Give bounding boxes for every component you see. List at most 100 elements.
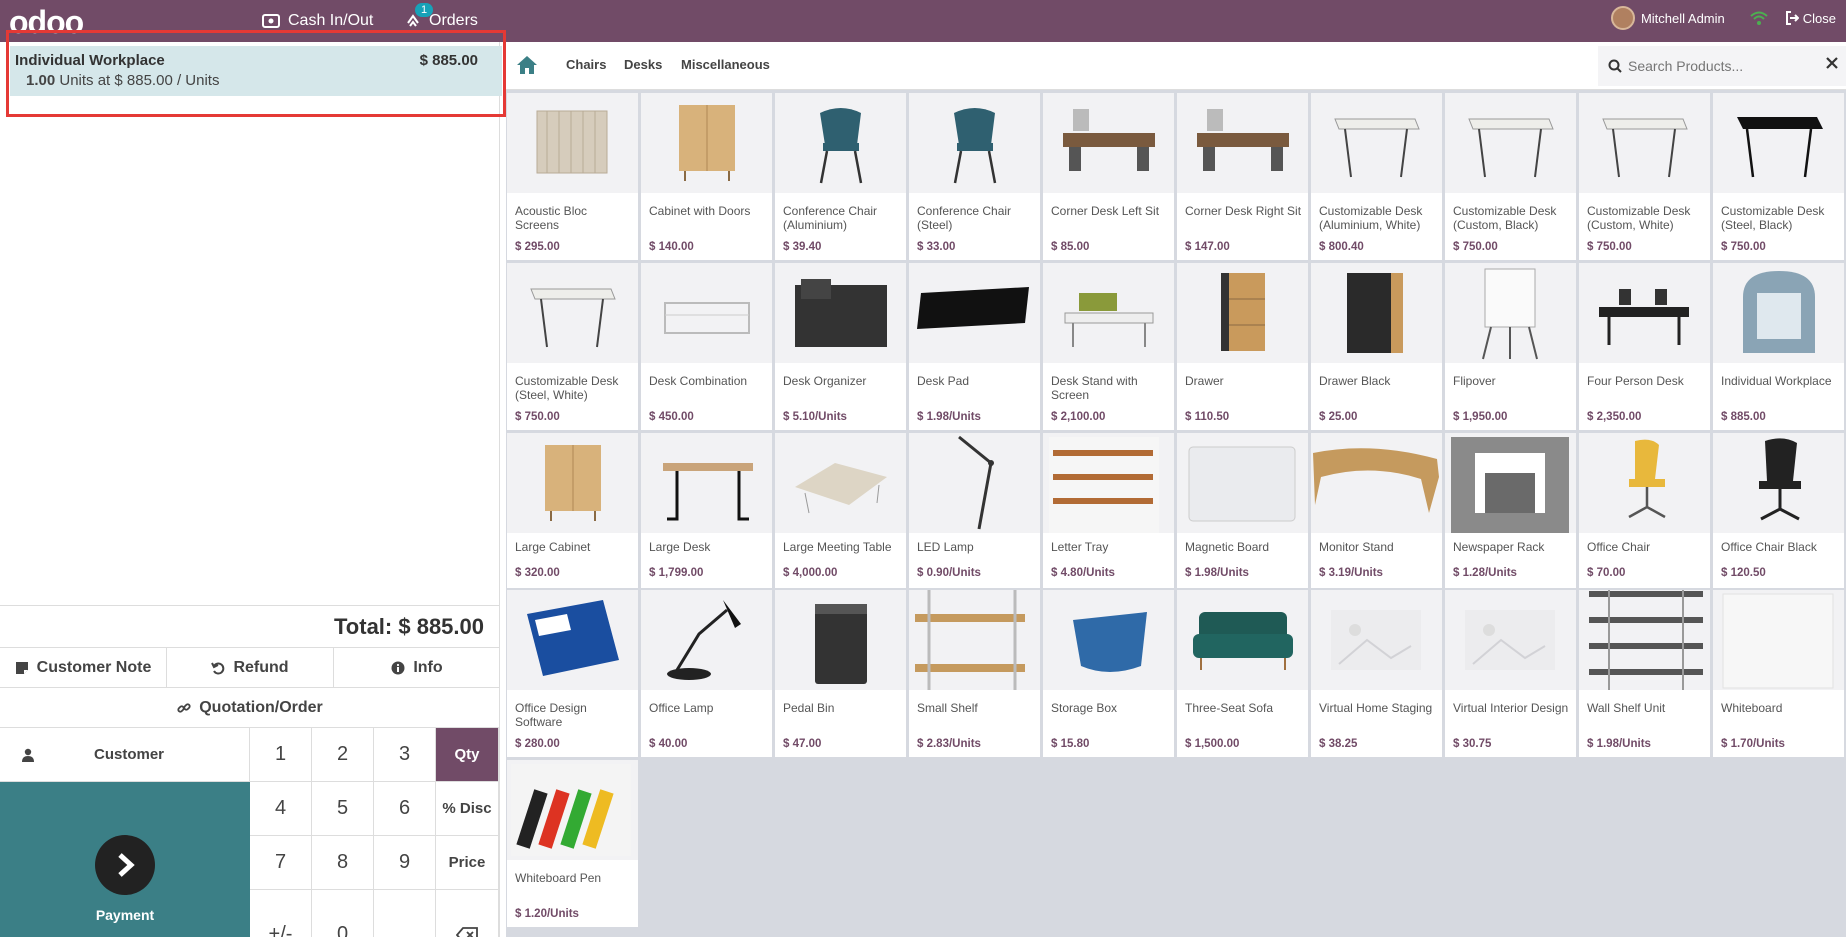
search-input[interactable] xyxy=(1628,58,1808,74)
product-card[interactable]: Large Cabinet $ 320.00 xyxy=(507,433,638,588)
product-card[interactable]: Desk Combination $ 450.00 xyxy=(641,263,772,430)
quotation-order-button[interactable]: Quotation/Order xyxy=(0,688,500,727)
product-price: $ 40.00 xyxy=(649,738,688,750)
product-image xyxy=(1311,263,1442,363)
product-card[interactable]: Corner Desk Left Sit $ 85.00 xyxy=(1043,93,1174,260)
product-price: $ 39.40 xyxy=(783,241,822,253)
product-card[interactable]: Virtual Home Staging $ 38.25 xyxy=(1311,590,1442,757)
category-chairs[interactable]: Chairs xyxy=(566,57,606,72)
product-price: $ 1.70/Units xyxy=(1721,738,1785,750)
product-price: $ 4,000.00 xyxy=(783,567,838,579)
product-card[interactable]: Cabinet with Doors $ 140.00 xyxy=(641,93,772,260)
numpad-key-plus-minus[interactable]: +/- xyxy=(250,890,312,937)
orders-button[interactable]: 1 Orders xyxy=(405,3,478,34)
product-name: Corner Desk Left Sit xyxy=(1051,204,1160,218)
orders-label: Orders xyxy=(429,12,478,29)
product-card[interactable]: Conference Chair (Steel) $ 33.00 xyxy=(909,93,1040,260)
payment-button[interactable]: Payment xyxy=(0,782,250,937)
product-card[interactable]: Whiteboard $ 1.70/Units xyxy=(1713,590,1844,757)
category-miscellaneous[interactable]: Miscellaneous xyxy=(681,57,770,72)
set-customer-button[interactable]: Customer xyxy=(0,728,250,782)
product-name: Large Cabinet xyxy=(515,540,591,554)
order-line[interactable]: Individual Workplace $ 885.00 1.00 Units… xyxy=(10,46,502,96)
numpad-key-2[interactable]: 2 xyxy=(312,728,374,782)
product-card[interactable]: Monitor Stand $ 3.19/Units xyxy=(1311,433,1442,588)
product-card[interactable]: Magnetic Board $ 1.98/Units xyxy=(1177,433,1308,588)
product-card[interactable]: Drawer Black $ 25.00 xyxy=(1311,263,1442,430)
avatar[interactable] xyxy=(1610,6,1635,30)
backspace-button[interactable] xyxy=(436,890,499,937)
customer-note-button[interactable]: Customer Note xyxy=(0,648,167,687)
product-card[interactable]: Office Design Software $ 280.00 xyxy=(507,590,638,757)
product-card[interactable]: Whiteboard Pen $ 1.20/Units xyxy=(507,760,638,927)
payment-label: Payment xyxy=(95,907,155,923)
user-name[interactable]: Mitchell Admin xyxy=(1641,11,1725,26)
product-card[interactable]: Office Chair Black $ 120.50 xyxy=(1713,433,1844,588)
product-card[interactable]: Customizable Desk (Steel, White) $ 750.00 xyxy=(507,263,638,430)
product-card[interactable]: Office Lamp $ 40.00 xyxy=(641,590,772,757)
product-card[interactable]: Three-Seat Sofa $ 1,500.00 xyxy=(1177,590,1308,757)
product-image xyxy=(775,93,906,193)
product-image xyxy=(1445,590,1576,690)
product-price: $ 1,950.00 xyxy=(1453,411,1508,423)
product-card[interactable]: Customizable Desk (Aluminium, White) $ 80… xyxy=(1311,93,1442,260)
product-image xyxy=(1177,93,1308,193)
product-image xyxy=(641,263,772,363)
product-card[interactable]: Drawer $ 110.50 xyxy=(1177,263,1308,430)
product-name: Three-Seat Sofa xyxy=(1185,701,1274,715)
discount-mode-button[interactable]: % Disc xyxy=(436,782,499,836)
product-card[interactable]: Acoustic Bloc Screens $ 295.00 xyxy=(507,93,638,260)
close-button[interactable]: Close xyxy=(1785,11,1836,26)
product-card[interactable]: Desk Organizer $ 5.10/Units xyxy=(775,263,906,430)
close-icon[interactable] xyxy=(1826,57,1838,69)
info-button[interactable]: Info xyxy=(334,648,500,687)
user-icon xyxy=(22,748,34,762)
numpad-key-4[interactable]: 4 xyxy=(250,782,312,836)
product-card[interactable]: Large Desk $ 1,799.00 xyxy=(641,433,772,588)
numpad-key-8[interactable]: 8 xyxy=(312,836,374,890)
numpad-key-5[interactable]: 5 xyxy=(312,782,374,836)
product-card[interactable]: Storage Box $ 15.80 xyxy=(1043,590,1174,757)
price-mode-button[interactable]: Price xyxy=(436,836,499,890)
numpad-key-3[interactable]: 3 xyxy=(374,728,436,782)
product-card[interactable]: Four Person Desk $ 2,350.00 xyxy=(1579,263,1710,430)
product-card[interactable]: Small Shelf $ 2.83/Units xyxy=(909,590,1040,757)
product-card[interactable]: Desk Stand with Screen $ 2,100.00 xyxy=(1043,263,1174,430)
product-card[interactable]: LED Lamp $ 0.90/Units xyxy=(909,433,1040,588)
order-line-detail: 1.00 Units at $ 885.00 / Units xyxy=(26,72,497,89)
product-card[interactable]: Customizable Desk (Custom, Black) $ 750.0… xyxy=(1445,93,1576,260)
numpad-key-dot[interactable]: . xyxy=(374,890,436,937)
product-image xyxy=(1445,263,1576,363)
product-card[interactable]: Flipover $ 1,950.00 xyxy=(1445,263,1576,430)
product-card[interactable]: Large Meeting Table $ 4,000.00 xyxy=(775,433,906,588)
numpad-key-0[interactable]: 0 xyxy=(312,890,374,937)
product-card[interactable]: Newspaper Rack $ 1.28/Units xyxy=(1445,433,1576,588)
product-card[interactable]: Wall Shelf Unit $ 1.98/Units xyxy=(1579,590,1710,757)
product-image xyxy=(909,263,1040,363)
product-image xyxy=(1177,263,1308,363)
product-card[interactable]: Customizable Desk (Steel, Black) $ 750.00 xyxy=(1713,93,1844,260)
refund-button[interactable]: Refund xyxy=(167,648,334,687)
product-name: Flipover xyxy=(1453,374,1496,388)
numpad-key-1[interactable]: 1 xyxy=(250,728,312,782)
product-card[interactable]: Desk Pad $ 1.98/Units xyxy=(909,263,1040,430)
product-card[interactable]: Individual Workplace $ 885.00 xyxy=(1713,263,1844,430)
product-card[interactable]: Letter Tray $ 4.80/Units xyxy=(1043,433,1174,588)
home-icon[interactable] xyxy=(516,55,538,75)
product-card[interactable]: Corner Desk Right Sit $ 147.00 xyxy=(1177,93,1308,260)
product-image xyxy=(507,433,638,533)
numpad-key-6[interactable]: 6 xyxy=(374,782,436,836)
numpad-key-9[interactable]: 9 xyxy=(374,836,436,890)
product-card[interactable]: Customizable Desk (Custom, White) $ 750.0… xyxy=(1579,93,1710,260)
product-price: $ 1.98/Units xyxy=(1587,738,1651,750)
sign-out-icon xyxy=(1785,11,1799,25)
cash-in-out-button[interactable]: Cash In/Out xyxy=(262,8,373,34)
qty-mode-button[interactable]: Qty xyxy=(436,728,499,782)
product-card[interactable]: Virtual Interior Design $ 30.75 xyxy=(1445,590,1576,757)
product-card[interactable]: Pedal Bin $ 47.00 xyxy=(775,590,906,757)
product-price: $ 33.00 xyxy=(917,241,956,253)
numpad-key-7[interactable]: 7 xyxy=(250,836,312,890)
product-card[interactable]: Conference Chair (Aluminium) $ 39.40 xyxy=(775,93,906,260)
product-card[interactable]: Office Chair $ 70.00 xyxy=(1579,433,1710,588)
category-desks[interactable]: Desks xyxy=(624,57,662,72)
